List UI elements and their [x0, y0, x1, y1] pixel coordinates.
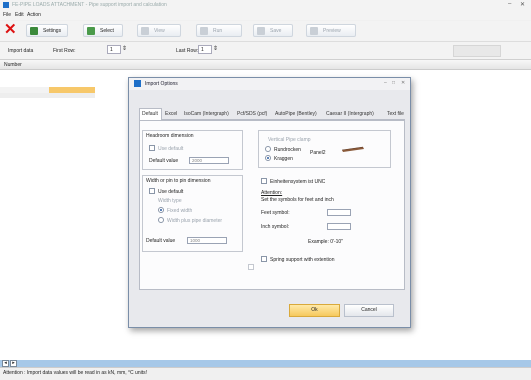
- tab-pcf[interactable]: Pcf/SDS (pcf): [237, 111, 267, 117]
- scroll-right-icon[interactable]: ▸: [10, 360, 17, 367]
- tab-isocam[interactable]: IsoCam (Intergraph): [184, 111, 229, 117]
- fixed-width-radio[interactable]: [158, 207, 164, 213]
- row-range-bar: [0, 42, 531, 60]
- dialog-title: Import Options: [145, 81, 178, 87]
- scroll-left-icon[interactable]: ◂: [2, 360, 9, 367]
- inch-symbol-label: Inch symbol:: [261, 224, 290, 230]
- app-icon: [3, 2, 9, 8]
- tab-caesar[interactable]: Caesar II (Intergraph): [326, 111, 374, 117]
- width-default-value-input[interactable]: 1000: [187, 237, 227, 244]
- panel-image-label: Panel2: [310, 150, 326, 156]
- attention-note: Set the symbols for feet and inch: [261, 197, 334, 203]
- last-row-spinner[interactable]: ⇕: [212, 45, 219, 54]
- run-button[interactable]: Run: [196, 24, 242, 37]
- width-use-default-label: Use default: [158, 189, 184, 195]
- status-text: Attention : Import data values will be r…: [3, 370, 148, 376]
- run-icon: [200, 27, 208, 35]
- dialog-maximize-button[interactable]: □: [392, 80, 395, 86]
- width-plus-pipe-label: Width plus pipe diameter: [167, 218, 223, 224]
- horizontal-scrollbar[interactable]: [0, 360, 531, 367]
- menu-action[interactable]: Action: [27, 12, 41, 18]
- dialog-close-button[interactable]: ✕: [401, 80, 405, 86]
- fixed-width-label: Fixed width: [167, 208, 193, 214]
- dialog-app-icon: [134, 80, 141, 87]
- view-icon: [141, 27, 149, 35]
- dialog-minimize-button[interactable]: –: [384, 80, 387, 86]
- select-icon: [87, 27, 95, 35]
- column-header-number[interactable]: Number: [4, 62, 22, 68]
- tab-excel[interactable]: Excel: [165, 111, 177, 117]
- table-row[interactable]: [0, 93, 95, 98]
- last-row-label: Last Row:: [176, 48, 199, 54]
- units-example: Example: 0'-10": [308, 239, 343, 245]
- rundrocken-label: Rundrocken: [274, 147, 301, 153]
- tab-default[interactable]: Default: [142, 111, 158, 117]
- close-window-button[interactable]: ✕: [520, 1, 525, 8]
- grid-header: [0, 60, 531, 70]
- preview-icon: [310, 27, 318, 35]
- pipe-clamp-image: [341, 146, 364, 152]
- close-icon[interactable]: ✕: [4, 21, 17, 38]
- ok-button[interactable]: Ok: [289, 304, 340, 317]
- imperial-units-label: Einheitensystem ist UNC: [270, 179, 326, 185]
- cancel-button[interactable]: Cancel: [344, 304, 394, 317]
- preview-button[interactable]: Preview: [306, 24, 356, 37]
- width-type-label: Width type: [158, 198, 182, 204]
- pipe-clamp-title: Vertical Pipe clamp: [268, 137, 311, 143]
- disabled-field: [453, 45, 501, 57]
- headroom-default-value-label: Default value: [149, 158, 179, 164]
- attention-label: Attention:: [261, 190, 283, 196]
- width-use-default-checkbox[interactable]: [149, 188, 155, 194]
- headroom-title: Headroom dimension: [146, 133, 194, 139]
- last-row-input[interactable]: 1: [198, 45, 212, 54]
- headroom-use-default-checkbox[interactable]: [149, 145, 155, 151]
- first-row-label: First Row:: [53, 48, 76, 54]
- small-checkbox[interactable]: [248, 264, 254, 270]
- width-plus-pipe-radio[interactable]: [158, 217, 164, 223]
- headroom-use-default-label: Use default: [158, 146, 184, 152]
- save-button[interactable]: Save: [253, 24, 293, 37]
- kraggen-radio[interactable]: [265, 155, 271, 161]
- kraggen-label: Kraggen: [274, 156, 293, 162]
- settings-button[interactable]: Settings: [26, 24, 68, 37]
- tab-autopipe[interactable]: AutoPipe (Bentley): [275, 111, 317, 117]
- rundrocken-radio[interactable]: [265, 146, 271, 152]
- first-row-spinner[interactable]: ⇕: [121, 45, 128, 54]
- inch-symbol-input[interactable]: [327, 223, 351, 230]
- tab-text-file[interactable]: Text file: [387, 111, 404, 117]
- import-data-label: Import data: [8, 48, 34, 54]
- menu-bar: [0, 11, 531, 20]
- menu-file[interactable]: File: [3, 12, 11, 18]
- first-row-input[interactable]: 1: [107, 45, 121, 54]
- settings-icon: [30, 27, 38, 35]
- width-default-value-label: Default value: [146, 238, 176, 244]
- view-button[interactable]: View: [137, 24, 181, 37]
- select-button[interactable]: Select: [83, 24, 123, 37]
- width-title: Width or pin to pin dimension: [146, 178, 211, 184]
- imperial-units-checkbox[interactable]: [261, 178, 267, 184]
- minimize-button[interactable]: –: [508, 1, 511, 7]
- save-icon: [257, 27, 265, 35]
- feet-symbol-input[interactable]: [327, 209, 351, 216]
- headroom-default-value-input[interactable]: 2000: [189, 157, 229, 164]
- window-title: FE-PIPE LOADS ATTACHMENT - Pipe support …: [12, 2, 167, 8]
- spring-support-label: Spring support with extention: [270, 257, 335, 263]
- feet-symbol-label: Feet symbol:: [261, 210, 290, 216]
- menu-edit[interactable]: Edit: [15, 12, 24, 18]
- spring-support-checkbox[interactable]: [261, 256, 267, 262]
